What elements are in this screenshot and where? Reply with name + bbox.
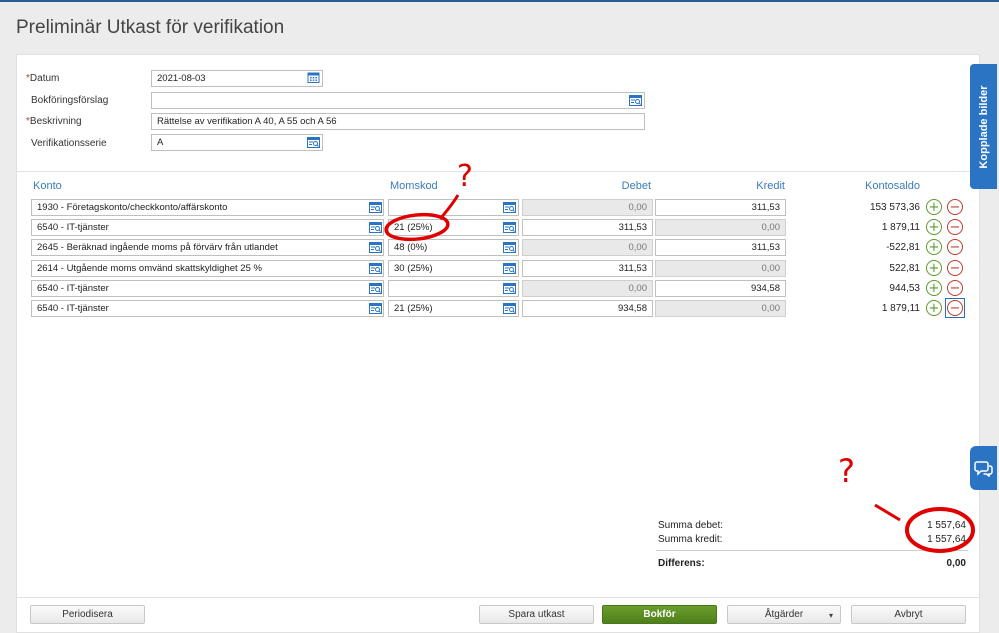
atgarder-label: Åtgärder <box>764 609 804 620</box>
header-debet: Debet <box>621 180 651 192</box>
search-list-icon[interactable] <box>629 95 642 106</box>
summary-divider <box>656 550 968 551</box>
debet-field[interactable]: 311,53 <box>522 219 653 236</box>
header-kontosaldo: Kontosaldo <box>865 180 921 192</box>
differens-label: Differens: <box>658 558 705 569</box>
momskod-field[interactable] <box>388 199 519 216</box>
kontosaldo-value: 1 879,11 <box>881 222 920 233</box>
bokfor-button[interactable]: Bokför <box>602 605 717 624</box>
konto-field[interactable]: 6540 - IT-tjänster <box>31 219 384 236</box>
section-divider <box>16 171 980 172</box>
beskrivning-field[interactable]: Rättelse av verifikation A 40, A 55 och … <box>151 113 645 130</box>
momskod-field[interactable]: 48 (0%) <box>388 239 519 256</box>
add-row-button[interactable]: + <box>926 219 942 235</box>
summa-debet-value: 1 557,64 <box>927 520 966 531</box>
kopplade-bilder-tab[interactable]: Kopplade bilder <box>970 64 997 189</box>
kopplade-bilder-label: Kopplade bilder <box>977 84 990 169</box>
datum-label: *Datum <box>26 73 59 84</box>
remove-row-button[interactable]: − <box>947 260 963 276</box>
kredit-field[interactable]: 0,00 <box>655 300 786 317</box>
add-row-button[interactable]: + <box>926 199 942 215</box>
kredit-field[interactable]: 311,53 <box>655 199 786 216</box>
header-kredit: Kredit <box>756 180 785 192</box>
konto-field[interactable]: 6540 - IT-tjänster <box>31 280 384 297</box>
kredit-field[interactable]: 311,53 <box>655 239 786 256</box>
datum-field[interactable]: 2021-08-03 <box>151 70 323 87</box>
summa-kredit-value: 1 557,64 <box>927 534 966 545</box>
search-list-icon[interactable] <box>369 303 382 314</box>
spara-utkast-button[interactable]: Spara utkast <box>479 605 594 624</box>
header-konto: Konto <box>33 180 62 192</box>
remove-row-button[interactable]: − <box>947 280 963 296</box>
momskod-field[interactable]: 21 (25%) <box>388 300 519 317</box>
avbryt-button[interactable]: Avbryt <box>851 605 966 624</box>
search-list-icon[interactable] <box>503 222 516 233</box>
kontosaldo-value: -522,81 <box>886 242 920 253</box>
kredit-field[interactable]: 934,58 <box>655 280 786 297</box>
periodisera-button[interactable]: Periodisera <box>30 605 145 624</box>
calendar-icon[interactable] <box>307 72 320 83</box>
chat-icon <box>973 461 993 477</box>
konto-field[interactable]: 2614 - Utgående moms omvänd skattskyldig… <box>31 260 384 277</box>
add-row-button[interactable]: + <box>926 260 942 276</box>
search-list-icon[interactable] <box>503 283 516 294</box>
differens-value: 0,00 <box>946 558 966 569</box>
top-bar <box>0 0 999 2</box>
beskrivning-label: *Beskrivning <box>26 116 82 127</box>
remove-row-button[interactable]: − <box>947 199 963 215</box>
add-row-button[interactable]: + <box>926 280 942 296</box>
debet-field[interactable]: 311,53 <box>522 260 653 277</box>
search-list-icon[interactable] <box>503 263 516 274</box>
search-list-icon[interactable] <box>369 222 382 233</box>
kredit-field[interactable]: 0,00 <box>655 260 786 277</box>
verifikationsserie-label: Verifikationsserie <box>31 138 107 149</box>
konto-field[interactable]: 1930 - Företagskonto/checkkonto/affärsko… <box>31 199 384 216</box>
debet-field[interactable]: 0,00 <box>522 199 653 216</box>
kontosaldo-value: 944,53 <box>889 283 920 294</box>
header-momskod: Momskod <box>390 180 438 192</box>
summa-debet-label: Summa debet: <box>658 520 724 531</box>
kredit-field[interactable]: 0,00 <box>655 219 786 236</box>
chevron-down-icon: ▾ <box>828 611 833 620</box>
summa-kredit-label: Summa kredit: <box>658 534 723 545</box>
debet-field[interactable]: 0,00 <box>522 280 653 297</box>
konto-field[interactable]: 6540 - IT-tjänster <box>31 300 384 317</box>
datum-label-text: Datum <box>29 73 60 84</box>
add-row-button[interactable]: + <box>926 239 942 255</box>
atgarder-dropdown[interactable]: Åtgärder ▾ <box>727 605 841 624</box>
debet-field[interactable]: 934,58 <box>522 300 653 317</box>
momskod-field[interactable] <box>388 280 519 297</box>
footer-divider <box>16 597 980 598</box>
beskrivning-label-text: Beskrivning <box>29 116 82 127</box>
search-list-icon[interactable] <box>307 137 320 148</box>
kontosaldo-value: 1 879,11 <box>881 303 920 314</box>
search-list-icon[interactable] <box>369 202 382 213</box>
search-list-icon[interactable] <box>369 242 382 253</box>
momskod-field[interactable]: 21 (25%) <box>388 219 519 236</box>
page-title: Preliminär Utkast för verifikation <box>16 17 285 38</box>
search-list-icon[interactable] <box>503 303 516 314</box>
search-list-icon[interactable] <box>369 263 382 274</box>
search-list-icon[interactable] <box>503 202 516 213</box>
verifikationsserie-field[interactable]: A <box>151 134 323 151</box>
focus-indicator <box>945 298 965 318</box>
konto-field[interactable]: 2645 - Beräknad ingående moms på förvärv… <box>31 239 384 256</box>
search-list-icon[interactable] <box>503 242 516 253</box>
debet-field[interactable]: 0,00 <box>522 239 653 256</box>
bokforingsforslag-field[interactable] <box>151 92 645 109</box>
momskod-field[interactable]: 30 (25%) <box>388 260 519 277</box>
kontosaldo-value: 153 573,36 <box>869 202 920 213</box>
remove-row-button[interactable]: − <box>947 239 963 255</box>
add-row-button[interactable]: + <box>926 300 942 316</box>
kontosaldo-value: 522,81 <box>889 263 920 274</box>
chat-tab[interactable] <box>970 446 997 490</box>
search-list-icon[interactable] <box>369 283 382 294</box>
bokforingsforslag-label: Bokföringsförslag <box>31 95 109 106</box>
remove-row-button[interactable]: − <box>947 219 963 235</box>
